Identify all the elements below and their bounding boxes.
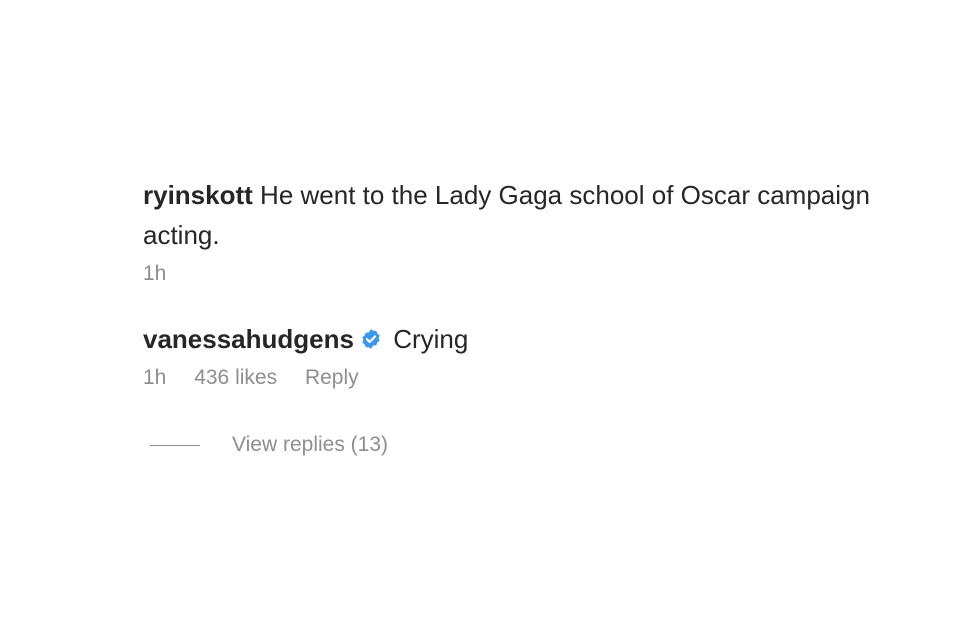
comment-body: vanessahudgens Crying	[143, 319, 933, 359]
comment-item: vanessahudgens Crying 1h 436 likes Reply	[143, 319, 943, 393]
comment-meta: 1h	[143, 259, 943, 289]
comment-body: ryinskott He went to the Lady Gaga schoo…	[143, 175, 933, 255]
comment-username[interactable]: vanessahudgens	[143, 324, 354, 354]
comment-time[interactable]: 1h	[143, 366, 166, 389]
comments-screen: { "comments": [ { "username": "ryinskott…	[0, 0, 978, 630]
reply-button[interactable]: Reply	[305, 366, 359, 389]
view-replies-button[interactable]: View replies (13)	[143, 433, 943, 457]
verified-badge-icon	[360, 321, 382, 349]
comment-username[interactable]: ryinskott	[143, 180, 253, 210]
comment-time[interactable]: 1h	[143, 262, 166, 285]
comment-text: Crying	[393, 324, 469, 354]
comment-meta: 1h 436 likes Reply	[143, 363, 943, 393]
view-replies-label: View replies (13)	[232, 433, 389, 456]
comment-likes[interactable]: 436 likes	[194, 366, 277, 389]
comment-item: ryinskott He went to the Lady Gaga schoo…	[143, 175, 943, 289]
replies-divider-line	[150, 444, 200, 446]
comment-text: He went to the Lady Gaga school of Oscar…	[143, 180, 870, 250]
comment-list: ryinskott He went to the Lady Gaga schoo…	[143, 175, 943, 457]
